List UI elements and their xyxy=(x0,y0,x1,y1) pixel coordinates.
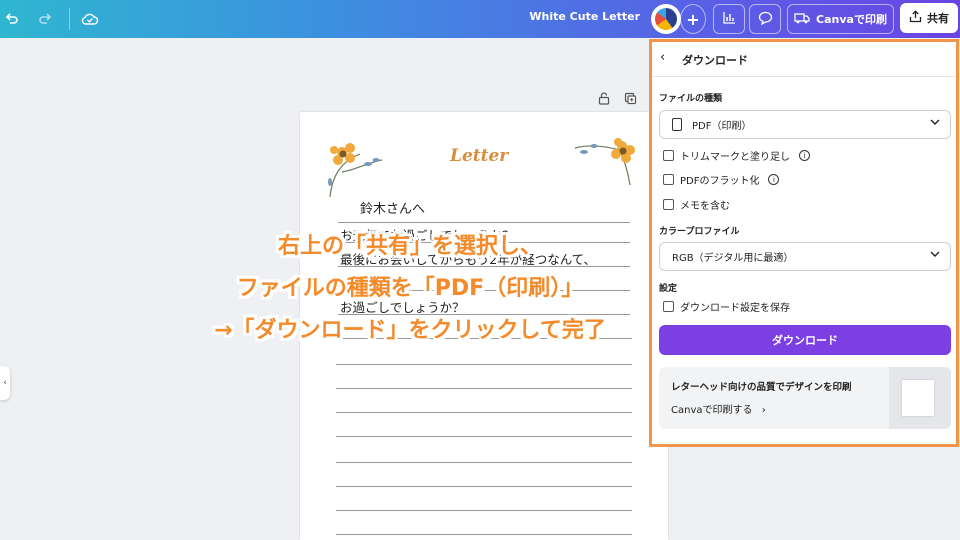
chevron-down-icon xyxy=(930,118,940,129)
save-settings-checkbox[interactable] xyxy=(663,301,674,312)
plus-icon: + xyxy=(686,9,700,29)
ruled-line xyxy=(336,462,632,463)
trim-marks-label: トリムマークと塗り足し xyxy=(680,152,790,163)
color-profile-label: カラープロファイル xyxy=(659,227,740,237)
redo-icon[interactable] xyxy=(33,7,57,31)
duplicate-page-icon[interactable] xyxy=(621,89,639,107)
option-flatten-pdf[interactable]: PDFのフラット化 i xyxy=(663,172,780,187)
ruled-line xyxy=(338,222,630,223)
option-include-notes[interactable]: メモを含む xyxy=(663,197,730,212)
flatten-pdf-checkbox[interactable] xyxy=(663,174,674,185)
info-icon[interactable]: i xyxy=(768,174,780,185)
ruled-line xyxy=(336,510,632,511)
avatar-image xyxy=(655,8,677,30)
comment-button[interactable] xyxy=(749,4,781,34)
ruled-line xyxy=(336,436,632,437)
file-type-value: PDF（印刷） xyxy=(692,121,752,132)
share-button-label: 共有 xyxy=(927,12,949,25)
add-collaborator-button[interactable]: + xyxy=(680,4,706,34)
letter-salutation: 鈴木さんへ xyxy=(360,202,426,217)
print-button-label: Canvaで印刷 xyxy=(816,13,887,26)
flower-decoration-right xyxy=(574,138,635,186)
ruled-line xyxy=(336,534,632,535)
download-button[interactable]: ダウンロード xyxy=(659,325,951,355)
truck-icon xyxy=(794,12,810,27)
instruction-caption-line-1: 右上の「共有」を選択し、 xyxy=(277,234,542,259)
lock-icon[interactable] xyxy=(595,89,613,107)
share-icon xyxy=(909,10,922,26)
flatten-pdf-label: PDFのフラット化 xyxy=(680,176,760,187)
chevron-left-icon: ‹ xyxy=(3,378,7,388)
download-panel: ‹ ダウンロード ファイルの種類 PDF（印刷） トリムマークと塗り足し i P… xyxy=(649,39,959,447)
side-panel-toggle[interactable]: ‹ xyxy=(0,366,10,400)
print-with-canva-button[interactable]: Canvaで印刷 xyxy=(787,4,894,34)
letterhead-preview xyxy=(902,380,934,416)
file-type-select[interactable]: PDF（印刷） xyxy=(659,110,951,139)
promo-link-label: Canvaで印刷する xyxy=(671,405,753,416)
insights-button[interactable] xyxy=(713,4,745,34)
instruction-caption-line-2: ファイルの種類を「PDF（印刷）」 xyxy=(236,276,584,301)
panel-title: ダウンロード xyxy=(682,54,748,67)
panel-header: ‹ ダウンロード xyxy=(652,42,956,77)
letter-title: Letter xyxy=(450,146,509,166)
settings-label: 設定 xyxy=(659,284,678,294)
print-promo-card[interactable]: レターヘッド向けの品質でデザインを印刷 Canvaで印刷する › xyxy=(659,367,951,429)
toolbar-divider xyxy=(69,8,70,30)
file-icon xyxy=(672,118,682,131)
option-save-settings[interactable]: ダウンロード設定を保存 xyxy=(663,299,790,314)
promo-thumbnail xyxy=(889,367,951,429)
trim-marks-checkbox[interactable] xyxy=(663,150,674,161)
ruled-line xyxy=(338,266,630,267)
promo-title: レターヘッド向けの品質でデザインを印刷 xyxy=(671,382,852,393)
ruled-line xyxy=(336,412,632,413)
comment-icon xyxy=(758,11,773,28)
cloud-saved-icon[interactable] xyxy=(78,7,102,31)
info-icon[interactable]: i xyxy=(799,150,810,161)
ruled-line xyxy=(336,486,632,487)
include-notes-checkbox[interactable] xyxy=(663,199,674,210)
promo-link[interactable]: Canvaで印刷する › xyxy=(671,401,766,416)
avatar[interactable] xyxy=(651,4,681,34)
chevron-down-icon xyxy=(930,250,940,261)
undo-icon[interactable] xyxy=(0,7,24,31)
color-profile-select[interactable]: RGB（デジタル用に最適） xyxy=(659,242,951,271)
share-button[interactable]: 共有 xyxy=(900,3,958,33)
document-title[interactable]: White Cute Letter xyxy=(520,10,640,23)
back-chevron-icon[interactable]: ‹ xyxy=(660,50,665,65)
ruled-line xyxy=(336,388,632,389)
instruction-caption-line-3: →「ダウンロード」をクリックして完了 xyxy=(214,318,606,343)
include-notes-label: メモを含む xyxy=(680,201,730,212)
ruled-line xyxy=(336,364,632,365)
file-type-label: ファイルの種類 xyxy=(659,94,723,104)
top-toolbar: White Cute Letter + Canvaで印刷 共有 xyxy=(0,0,960,38)
chevron-right-icon: › xyxy=(761,405,766,416)
bar-chart-icon xyxy=(722,11,736,27)
flower-decoration-left xyxy=(328,143,383,198)
option-trim-marks[interactable]: トリムマークと塗り足し i xyxy=(663,148,810,163)
save-settings-label: ダウンロード設定を保存 xyxy=(680,303,790,314)
color-profile-value: RGB（デジタル用に最適） xyxy=(672,253,794,264)
